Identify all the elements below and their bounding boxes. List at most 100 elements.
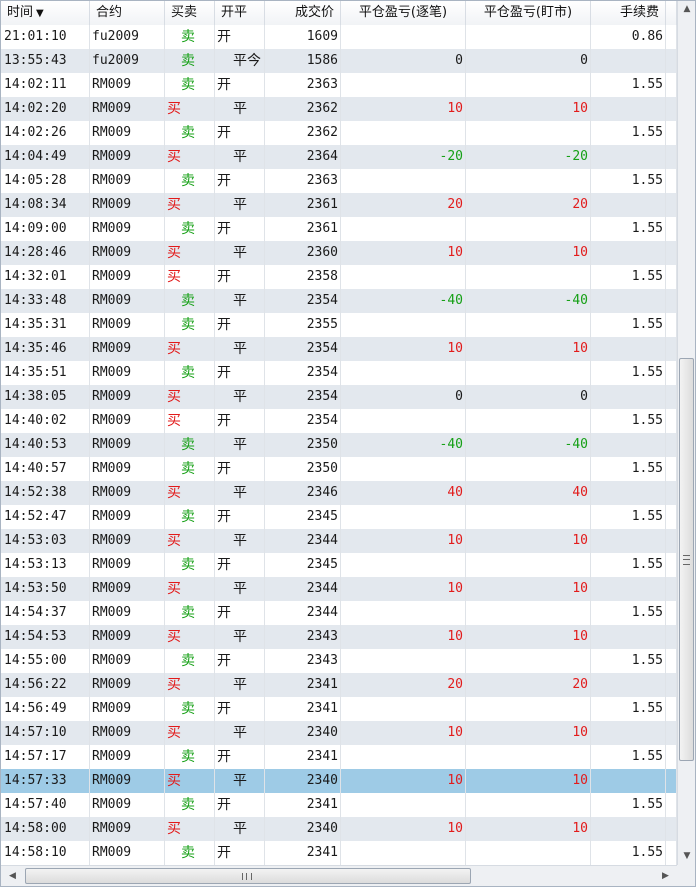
cell-fee [591, 385, 666, 409]
cell-pnl-mark: 10 [466, 529, 591, 553]
vertical-scroll-thumb[interactable] [679, 358, 694, 761]
cell-contract: fu2009 [90, 49, 165, 73]
arrow-down-icon[interactable]: ▼ [678, 848, 695, 865]
table-row[interactable]: 14:38:05 RM009 买平 2354 0 0 [1, 385, 677, 409]
table-row[interactable]: 14:40:02 RM009 买开 2354 1.55 [1, 409, 677, 433]
cell-pnl-per-trade [341, 793, 466, 817]
column-header-pnl-mark[interactable]: 平仓盈亏(盯市) [466, 1, 591, 25]
table-row[interactable]: 14:53:50 RM009 买平 2344 10 10 [1, 577, 677, 601]
table-row[interactable]: 14:35:46 RM009 买平 2354 10 10 [1, 337, 677, 361]
table-row[interactable]: 14:54:53 RM009 买平 2343 10 10 [1, 625, 677, 649]
column-header-fee[interactable]: 手续费 [591, 1, 666, 25]
cell-fee: 1.55 [591, 505, 666, 529]
table-row[interactable]: 14:58:10 RM009 卖开 2341 1.55 [1, 841, 677, 865]
cell-pnl-per-trade: -40 [341, 289, 466, 313]
cell-time: 14:40:57 [1, 457, 90, 481]
table-row[interactable]: 14:57:40 RM009 卖开 2341 1.55 [1, 793, 677, 817]
table-row[interactable]: 14:08:34 RM009 买平 2361 20 20 [1, 193, 677, 217]
cell-pnl-mark [466, 553, 591, 577]
table-row[interactable]: 14:53:03 RM009 买平 2344 10 10 [1, 529, 677, 553]
cell-time: 14:35:51 [1, 361, 90, 385]
table-row[interactable]: 21:01:10 fu2009 卖开 1609 0.86 [1, 25, 677, 49]
table-row[interactable]: 14:57:17 RM009 卖开 2341 1.55 [1, 745, 677, 769]
cell-direction: 买 [165, 817, 215, 841]
arrow-right-icon[interactable]: ▶ [657, 868, 674, 885]
grip-icon [242, 873, 252, 880]
cell-extra [666, 361, 677, 385]
cell-extra [666, 217, 677, 241]
column-header-pnl-per-trade[interactable]: 平仓盈亏(逐笔) [341, 1, 466, 25]
table-row[interactable]: 14:04:49 RM009 买平 2364 -20 -20 [1, 145, 677, 169]
table-row[interactable]: 14:56:22 RM009 买平 2341 20 20 [1, 673, 677, 697]
table-row[interactable]: 14:57:33 RM009 买平 2340 10 10 [1, 769, 677, 793]
table-row[interactable]: 14:02:11 RM009 卖开 2363 1.55 [1, 73, 677, 97]
cell-time: 14:53:03 [1, 529, 90, 553]
cell-price: 2344 [265, 529, 341, 553]
table-row[interactable]: 14:54:37 RM009 卖开 2344 1.55 [1, 601, 677, 625]
cell-open-close: 开 [215, 217, 265, 241]
column-header-direction[interactable]: 买卖 [165, 1, 215, 25]
column-header-contract[interactable]: 合约 [90, 1, 165, 25]
cell-extra [666, 337, 677, 361]
table-row[interactable]: 14:32:01 RM009 买开 2358 1.55 [1, 265, 677, 289]
cell-open-close: 开 [215, 745, 265, 769]
table-row[interactable]: 13:55:43 fu2009 卖平今 1586 0 0 [1, 49, 677, 73]
table-row[interactable]: 14:52:47 RM009 卖开 2345 1.55 [1, 505, 677, 529]
cell-extra [666, 529, 677, 553]
table-row[interactable]: 14:56:49 RM009 卖开 2341 1.55 [1, 697, 677, 721]
cell-pnl-per-trade: -20 [341, 145, 466, 169]
cell-fee: 1.55 [591, 745, 666, 769]
cell-price: 2361 [265, 193, 341, 217]
table-row[interactable]: 14:35:51 RM009 卖开 2354 1.55 [1, 361, 677, 385]
cell-pnl-per-trade: 40 [341, 481, 466, 505]
cell-time: 14:52:38 [1, 481, 90, 505]
cell-open-close: 开 [215, 793, 265, 817]
table-row[interactable]: 14:53:13 RM009 卖开 2345 1.55 [1, 553, 677, 577]
table-row[interactable]: 14:40:53 RM009 卖平 2350 -40 -40 [1, 433, 677, 457]
cell-time: 14:08:34 [1, 193, 90, 217]
horizontal-scroll-thumb[interactable] [25, 868, 471, 884]
vertical-scrollbar[interactable]: ▲ ▼ [677, 1, 695, 865]
table-row[interactable]: 14:58:00 RM009 买平 2340 10 10 [1, 817, 677, 841]
table-row[interactable]: 14:28:46 RM009 买平 2360 10 10 [1, 241, 677, 265]
cell-pnl-mark [466, 217, 591, 241]
column-header-open-close[interactable]: 开平 [215, 1, 265, 25]
cell-pnl-mark [466, 745, 591, 769]
table-row[interactable]: 14:57:10 RM009 买平 2340 10 10 [1, 721, 677, 745]
cell-pnl-mark: -20 [466, 145, 591, 169]
table-row[interactable]: 14:35:31 RM009 卖开 2355 1.55 [1, 313, 677, 337]
column-header-price[interactable]: 成交价 [265, 1, 341, 25]
cell-fee: 1.55 [591, 841, 666, 865]
cell-open-close: 平 [215, 289, 265, 313]
cell-price: 2345 [265, 553, 341, 577]
table-row[interactable]: 14:02:20 RM009 买平 2362 10 10 [1, 97, 677, 121]
cell-time: 14:04:49 [1, 145, 90, 169]
cell-open-close: 开 [215, 73, 265, 97]
cell-time: 14:57:17 [1, 745, 90, 769]
cell-pnl-mark [466, 25, 591, 49]
arrow-up-icon[interactable]: ▲ [678, 1, 695, 18]
cell-pnl-per-trade: 20 [341, 193, 466, 217]
table-row[interactable]: 14:52:38 RM009 买平 2346 40 40 [1, 481, 677, 505]
horizontal-scrollbar[interactable]: ◀ ▶ [1, 865, 677, 886]
table-row[interactable]: 14:55:00 RM009 卖开 2343 1.55 [1, 649, 677, 673]
cell-direction: 买 [165, 625, 215, 649]
cell-pnl-mark: 10 [466, 769, 591, 793]
cell-pnl-per-trade [341, 73, 466, 97]
cell-open-close: 平 [215, 529, 265, 553]
cell-open-close: 开 [215, 265, 265, 289]
table-row[interactable]: 14:09:00 RM009 卖开 2361 1.55 [1, 217, 677, 241]
cell-extra [666, 457, 677, 481]
cell-time: 14:57:10 [1, 721, 90, 745]
table-row[interactable]: 14:05:28 RM009 卖开 2363 1.55 [1, 169, 677, 193]
cell-open-close: 平 [215, 625, 265, 649]
arrow-left-icon[interactable]: ◀ [4, 868, 21, 885]
cell-time: 14:40:53 [1, 433, 90, 457]
column-header-time[interactable]: 时间 ▼ [1, 1, 90, 25]
table-row[interactable]: 14:40:57 RM009 卖开 2350 1.55 [1, 457, 677, 481]
cell-price: 2360 [265, 241, 341, 265]
table-row[interactable]: 14:02:26 RM009 卖开 2362 1.55 [1, 121, 677, 145]
cell-contract: RM009 [90, 697, 165, 721]
cell-fee [591, 577, 666, 601]
table-row[interactable]: 14:33:48 RM009 卖平 2354 -40 -40 [1, 289, 677, 313]
